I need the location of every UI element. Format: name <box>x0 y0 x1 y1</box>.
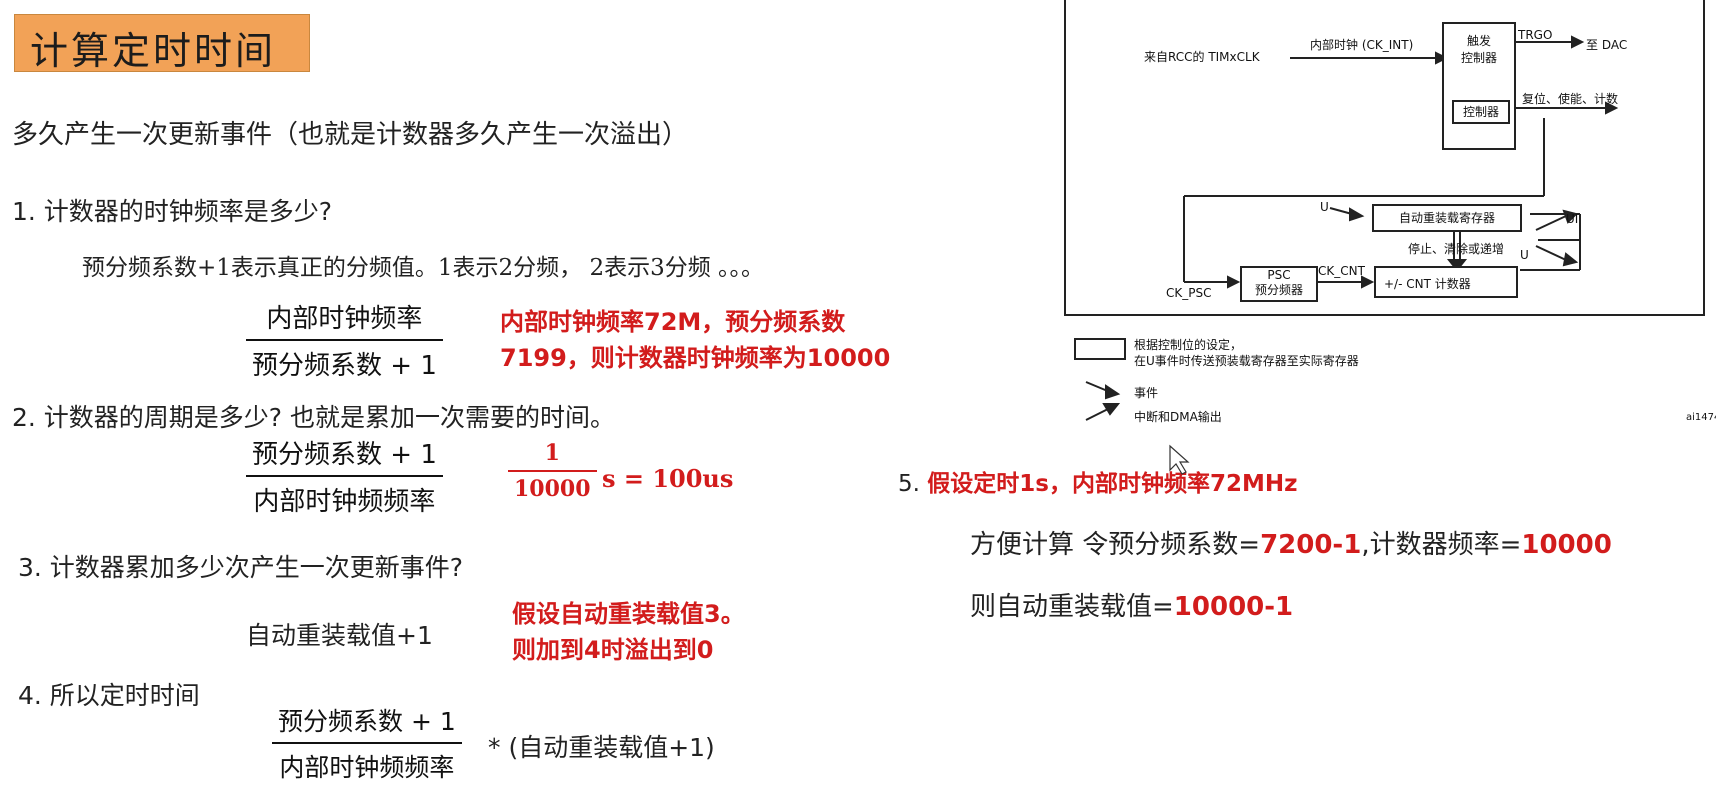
timxclk-label: 来自RCC的 TIMxCLK <box>1144 50 1260 64</box>
legend-register-symbol <box>1074 338 1126 360</box>
u-event-in-label: U <box>1320 200 1329 214</box>
ck-cnt-label: CK_CNT <box>1318 264 1365 278</box>
reset-enable-count-label: 复位、使能、计数 <box>1522 92 1619 106</box>
controller-box: 控制器 <box>1452 100 1510 124</box>
u-out-label: U <box>1520 248 1529 262</box>
cnt-counter-box: +/- CNT 计数器 <box>1374 266 1518 298</box>
prescaler-box: PSC 预分频器 <box>1240 266 1318 302</box>
prescaler-label-2: 预分频器 <box>1254 283 1303 297</box>
ck-psc-label: CK_PSC <box>1166 286 1212 300</box>
trgo-label: TRGO <box>1518 28 1553 42</box>
internal-clock-label: 内部时钟 (CK_INT) <box>1310 38 1414 52</box>
legend-event: 事件 <box>1134 386 1159 400</box>
legend-line2: 在U事件时传送预装载寄存器至实际寄存器 <box>1134 354 1359 368</box>
trigger-controller-box: 触发 控制器 <box>1442 22 1516 150</box>
trigger-controller-label-2: 控制器 <box>1460 51 1497 65</box>
to-dac-label: 至 DAC <box>1586 38 1628 52</box>
legend-line1: 根据控制位的设定， <box>1134 338 1243 352</box>
ui-label: UI <box>1566 212 1579 226</box>
auto-reload-register-box: 自动重装载寄存器 <box>1372 204 1522 232</box>
stop-clear-increment-label: 停止、清除或递增 <box>1408 242 1505 256</box>
diagram-ref-id: ai1474 <box>1686 412 1716 423</box>
prescaler-label-1: PSC <box>1267 268 1291 282</box>
trigger-controller-label-1: 触发 <box>1466 34 1491 48</box>
legend-irq-dma: 中断和DMA输出 <box>1134 410 1222 424</box>
